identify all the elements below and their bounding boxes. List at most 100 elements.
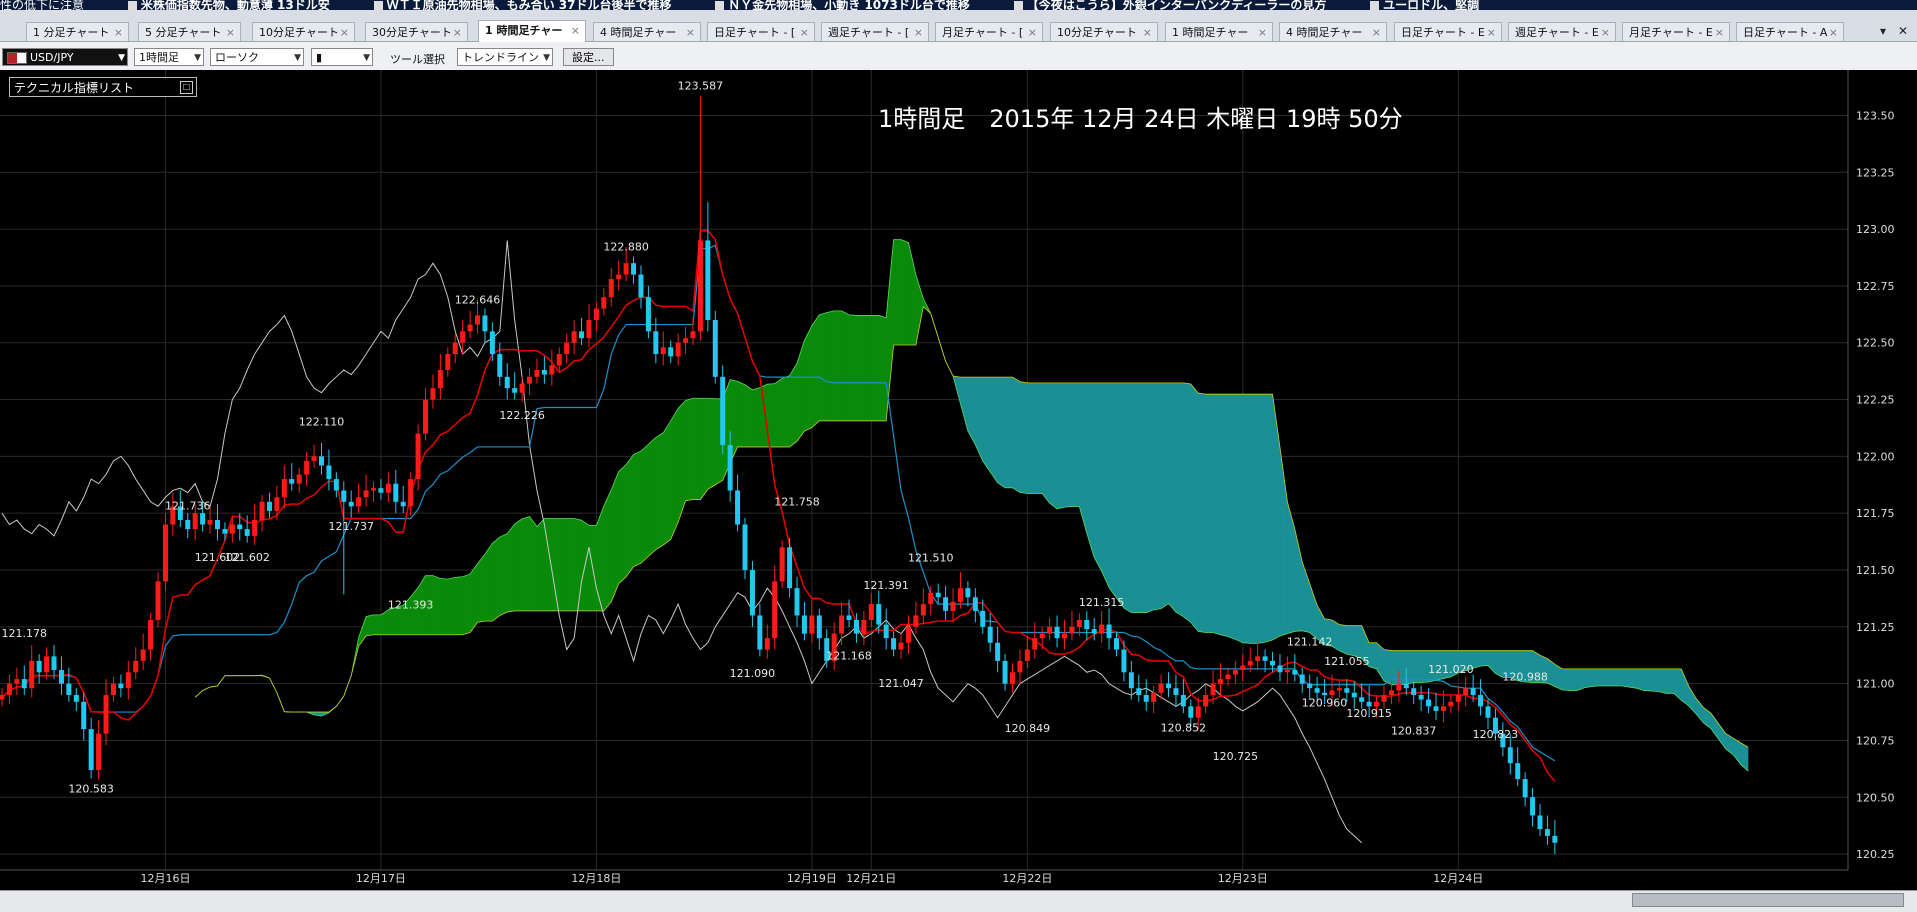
candle-body — [490, 331, 495, 354]
tab-weekly[interactable]: 週足チャート - [× — [821, 22, 929, 41]
candle-body — [817, 615, 822, 638]
tab-monthly[interactable]: 月足チャート - [× — [935, 22, 1043, 41]
price-label: 121.168 — [826, 649, 872, 662]
price-chart[interactable]: 123.50123.25123.00122.75122.50122.25122.… — [0, 70, 1917, 890]
close-icon[interactable]: × — [914, 23, 923, 41]
close-icon[interactable]: × — [800, 23, 809, 41]
kumo-segment — [388, 608, 395, 635]
kumo-segment — [1012, 377, 1019, 492]
timeframe-select[interactable]: 1時間足▼ — [134, 48, 204, 66]
candle-body — [572, 331, 577, 342]
candle-body — [772, 581, 777, 638]
horizontal-scrollbar[interactable] — [1632, 893, 1904, 907]
kumo-segment — [1183, 383, 1190, 622]
kumo-segment — [1124, 383, 1131, 613]
candle-body — [1419, 695, 1424, 700]
close-icon[interactable]: × — [1258, 23, 1267, 41]
candle-body — [713, 320, 718, 377]
price-label: 121.178 — [2, 627, 48, 640]
price-label: 122.880 — [603, 240, 649, 253]
candle-body — [423, 400, 428, 434]
kumo-segment — [842, 311, 849, 421]
price-label: 120.852 — [1161, 721, 1207, 734]
close-icon[interactable]: × — [114, 23, 123, 41]
candle-body — [1010, 672, 1015, 683]
candle-style-select[interactable]: ▮▼ — [311, 48, 373, 66]
kumo-segment — [834, 311, 841, 421]
close-icon[interactable]: × — [1143, 23, 1152, 41]
close-icon[interactable]: × — [1829, 23, 1838, 41]
kumo-segment — [433, 576, 440, 635]
close-icon[interactable]: × — [340, 23, 349, 41]
tab-monthly-2[interactable]: 月足チャート - E× — [1622, 22, 1730, 41]
kumo-segment — [671, 408, 678, 539]
close-icon[interactable]: × — [1028, 23, 1037, 41]
candle-body — [104, 695, 109, 734]
ticker-item[interactable]: ＮＹ金先物相場、小動き 1073ドル台で推移 — [715, 0, 970, 10]
candle-body — [393, 484, 398, 502]
settings-button[interactable]: 設定... — [563, 48, 614, 66]
close-icon[interactable]: × — [1715, 23, 1724, 41]
kumo-segment — [485, 543, 492, 621]
price-label: 121.055 — [1324, 655, 1370, 668]
kumo-segment — [1651, 669, 1658, 692]
ticker-item[interactable]: 【今夜はこうら】外銀インターバンクディーラーの見方 — [1014, 0, 1327, 10]
candle-body — [1084, 620, 1089, 629]
tab-10min[interactable]: 10分足チャート× — [252, 22, 355, 41]
price-label: 121.142 — [1287, 635, 1333, 648]
kumo-segment — [983, 377, 990, 472]
close-icon[interactable]: × — [226, 23, 235, 41]
y-tick-label: 122.75 — [1856, 280, 1895, 293]
candle-body — [1092, 629, 1097, 634]
close-icon[interactable]: × — [453, 23, 462, 41]
symbol-select[interactable]: USD/JPY▼ — [2, 48, 128, 66]
tab-30min[interactable]: 30分足チャート× — [365, 22, 468, 41]
candle-body — [787, 547, 792, 588]
tab-weekly-2[interactable]: 週足チャート - E× — [1508, 22, 1616, 41]
tab-1hour[interactable]: 1 時間足チャー× — [478, 20, 586, 42]
kumo-segment — [1369, 643, 1376, 669]
candle-body — [1433, 706, 1438, 711]
candle-body — [282, 479, 287, 497]
kumo-segment — [1102, 383, 1109, 588]
candle-body — [74, 695, 79, 702]
tab-4hour-2[interactable]: 4 時間足チャー× — [1279, 22, 1387, 41]
ticker-item[interactable]: ＷＴＩ原油先物相場、もみ合い 37ドル台後半で推移 — [374, 0, 672, 10]
window-close-icon[interactable]: ✕ — [1898, 24, 1908, 38]
candle-body — [1471, 688, 1476, 695]
chart-type-select[interactable]: ローソク▼ — [210, 48, 304, 66]
candle-body — [430, 388, 435, 399]
news-ticker[interactable]: 性の低下に注意 米株価指数先物、動意薄 13ドル安 ＷＴＩ原油先物相場、もみ合い… — [0, 0, 1917, 10]
tab-10min-2[interactable]: 10分足チャート× — [1050, 22, 1158, 41]
tab-5min[interactable]: 5 分足チャート× — [138, 22, 241, 41]
tab-4hour[interactable]: 4 時間足チャー× — [593, 22, 701, 41]
tool-select[interactable]: トレンドライン▼ — [457, 48, 553, 66]
close-icon[interactable]: × — [686, 23, 695, 41]
collapse-icon[interactable]: □ — [180, 81, 193, 94]
candle-body — [341, 490, 346, 501]
tab-1min[interactable]: 1 分足チャート× — [26, 22, 129, 41]
close-icon[interactable]: × — [571, 21, 580, 40]
candle-body — [141, 650, 146, 661]
ticker-item[interactable]: ユーロドル、堅調 — [1370, 0, 1479, 10]
price-label: 121.736 — [165, 499, 211, 512]
tab-daily[interactable]: 日足チャート - [× — [707, 22, 815, 41]
close-icon[interactable]: × — [1601, 23, 1610, 41]
candle-body — [653, 331, 658, 354]
ticker-item[interactable]: 米株価指数先物、動意薄 13ドル安 — [128, 0, 330, 10]
candle-body — [586, 320, 591, 338]
ticker-item[interactable]: 性の低下に注意 — [0, 0, 84, 10]
indicator-list-panel[interactable]: テクニカル指標リスト□ — [9, 77, 197, 97]
kumo-segment — [1161, 383, 1168, 609]
tab-1hour-2[interactable]: 1 時間足チャー× — [1165, 22, 1273, 41]
tab-daily-2[interactable]: 日足チャート - E× — [1394, 22, 1502, 41]
close-icon[interactable]: × — [1372, 23, 1381, 41]
close-icon[interactable]: × — [1487, 23, 1496, 41]
candle-body — [780, 547, 785, 581]
tab-daily-3[interactable]: 日足チャート - A× — [1736, 22, 1844, 41]
price-label: 121.393 — [388, 598, 434, 611]
candle-body — [1315, 688, 1320, 693]
kumo-segment — [552, 519, 559, 611]
candle-body — [1121, 650, 1126, 673]
tab-menu-icon[interactable]: ▾ — [1880, 24, 1886, 38]
